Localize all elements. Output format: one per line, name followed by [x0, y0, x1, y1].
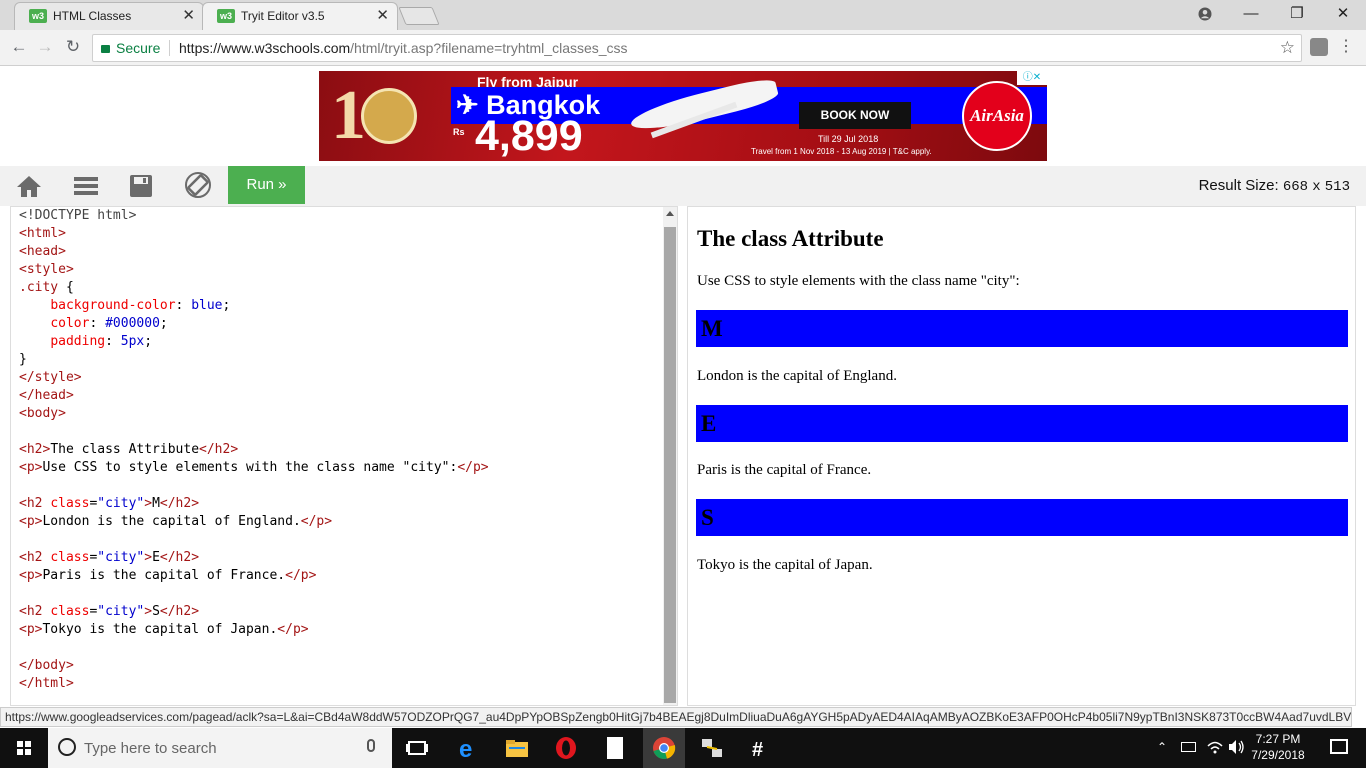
ad-currency: Rs [453, 127, 465, 137]
search-placeholder: Type here to search [84, 740, 217, 757]
w3schools-favicon-icon: w3 [29, 9, 47, 23]
profile-icon[interactable] [1182, 0, 1228, 28]
url-input[interactable]: Secure https://www.w3schools.com/html/tr… [92, 34, 1302, 62]
city-heading: E [696, 405, 1348, 442]
tab-html-classes[interactable]: w3 HTML Classes ✕ [14, 2, 204, 30]
restore-icon[interactable]: ❐ [1274, 0, 1320, 28]
minimize-icon[interactable]: — [1228, 0, 1274, 28]
ad-price: 4,899 [475, 112, 583, 160]
search-icon [58, 738, 76, 756]
wifi-icon[interactable] [1207, 739, 1223, 758]
svg-text:#: # [752, 739, 763, 761]
ad-travel-window: Travel from 1 Nov 2018 - 13 Aug 2019 | T… [751, 147, 932, 156]
lock-icon [101, 45, 110, 53]
code-text[interactable]: <!DOCTYPE html> <html> <head> <style> .c… [19, 207, 489, 693]
city-text: Paris is the capital of France. [697, 462, 872, 478]
close-tab-icon[interactable]: ✕ [182, 3, 195, 29]
file-explorer-icon[interactable] [503, 734, 531, 762]
result-size-label: Result Size: [1198, 177, 1279, 194]
new-tab-button[interactable] [398, 7, 440, 25]
slack-icon[interactable]: # [747, 734, 775, 762]
notepad-icon[interactable] [601, 734, 629, 762]
action-center-icon[interactable] [1330, 739, 1348, 754]
ad-valid-till: Till 29 Jul 2018 [818, 134, 879, 144]
result-title: The class Attribute [697, 226, 884, 251]
address-bar: ← → ↻ Secure https://www.w3schools.com/h… [0, 30, 1366, 66]
city-text: London is the capital of England. [697, 368, 897, 384]
run-button[interactable]: Run » [228, 166, 305, 204]
mic-icon[interactable] [367, 739, 375, 752]
tryit-toolbar: Run » Result Size: 668 x 513 [0, 166, 1366, 206]
forward-icon[interactable]: → [34, 36, 56, 58]
link-status-bubble: https://www.googleadservices.com/pagead/… [0, 707, 1352, 727]
airasia-logo: AirAsia [962, 81, 1032, 151]
url-host: https://www.w3schools.com [179, 40, 351, 56]
home-icon[interactable] [16, 174, 42, 198]
volume-icon[interactable] [1228, 739, 1246, 758]
taskbar-search-box[interactable]: Type here to search [48, 728, 392, 768]
menu-icon[interactable] [73, 174, 99, 198]
browser-tab-strip: w3 HTML Classes ✕ w3 Tryit Editor v3.5 ✕… [0, 0, 1366, 30]
result-size: Result Size: 668 x 513 [1199, 177, 1350, 195]
result-width: 668 [1282, 179, 1309, 195]
clock-time: 7:27 PM [1255, 732, 1301, 746]
window-close-icon[interactable]: ✕ [1320, 0, 1366, 28]
scroll-up-icon[interactable] [666, 211, 674, 216]
tray-overflow-icon[interactable]: ⌃ [1157, 740, 1167, 754]
omnibox-divider [169, 40, 170, 56]
windows-taskbar: Type here to search e # ⌃ 7:27 PM 7/29/2… [0, 728, 1366, 768]
skytrax-badge-icon [361, 88, 417, 144]
network-tool-icon[interactable] [698, 734, 726, 762]
save-icon[interactable] [129, 174, 155, 198]
reload-icon[interactable]: ↻ [62, 36, 84, 58]
adchoices-icon[interactable]: ⓘ✕ [1017, 71, 1047, 85]
editor-scroll-thumb[interactable] [664, 227, 676, 703]
clock-date: 7/29/2018 [1251, 748, 1305, 762]
rotate-icon[interactable] [184, 172, 211, 198]
city-text: Tokyo is the capital of Japan. [697, 557, 873, 573]
edge-icon[interactable]: e [454, 734, 482, 763]
code-editor[interactable]: <!DOCTYPE html> <html> <head> <style> .c… [10, 206, 678, 706]
result-x: x [1312, 179, 1321, 195]
city-heading: M [696, 310, 1348, 347]
tab-title: Tryit Editor v3.5 [241, 9, 325, 23]
editor-scrollbar[interactable] [663, 207, 677, 705]
w3schools-favicon-icon: w3 [217, 9, 235, 23]
opera-icon[interactable] [552, 734, 580, 762]
start-button[interactable] [0, 728, 48, 768]
result-frame: The class Attribute Use CSS to style ele… [687, 206, 1356, 706]
book-now-button[interactable]: BOOK NOW [799, 102, 911, 129]
result-intro: Use CSS to style elements with the class… [697, 273, 1020, 289]
result-height: 513 [1324, 179, 1350, 195]
tab-title: HTML Classes [53, 9, 132, 23]
svg-text:e: e [459, 736, 472, 762]
secure-label: Secure [116, 40, 161, 56]
task-view-icon[interactable] [403, 734, 431, 762]
city-heading: S [696, 499, 1348, 536]
battery-icon[interactable] [1181, 742, 1196, 752]
url-path: /html/tryit.asp?filename=tryhtml_classes… [350, 40, 628, 56]
extension-icon[interactable] [1310, 38, 1328, 56]
taskbar-clock[interactable]: 7:27 PM 7/29/2018 [1248, 731, 1308, 763]
secure-indicator[interactable]: Secure [101, 35, 160, 61]
url-text: https://www.w3schools.com/html/tryit.asp… [179, 35, 628, 61]
browser-menu-icon[interactable]: ⋮ [1338, 36, 1354, 58]
close-tab-icon[interactable]: ✕ [376, 3, 389, 29]
bookmark-star-icon[interactable]: ☆ [1280, 35, 1295, 61]
windows-icon [17, 741, 31, 755]
chrome-icon[interactable] [643, 728, 685, 768]
back-icon[interactable]: ← [8, 36, 30, 58]
airasia-ad-banner[interactable]: 10 Fly from Jaipur ✈ Bangkok Rs 4,899 BO… [319, 71, 1047, 161]
tab-tryit-editor[interactable]: w3 Tryit Editor v3.5 ✕ [202, 2, 398, 30]
